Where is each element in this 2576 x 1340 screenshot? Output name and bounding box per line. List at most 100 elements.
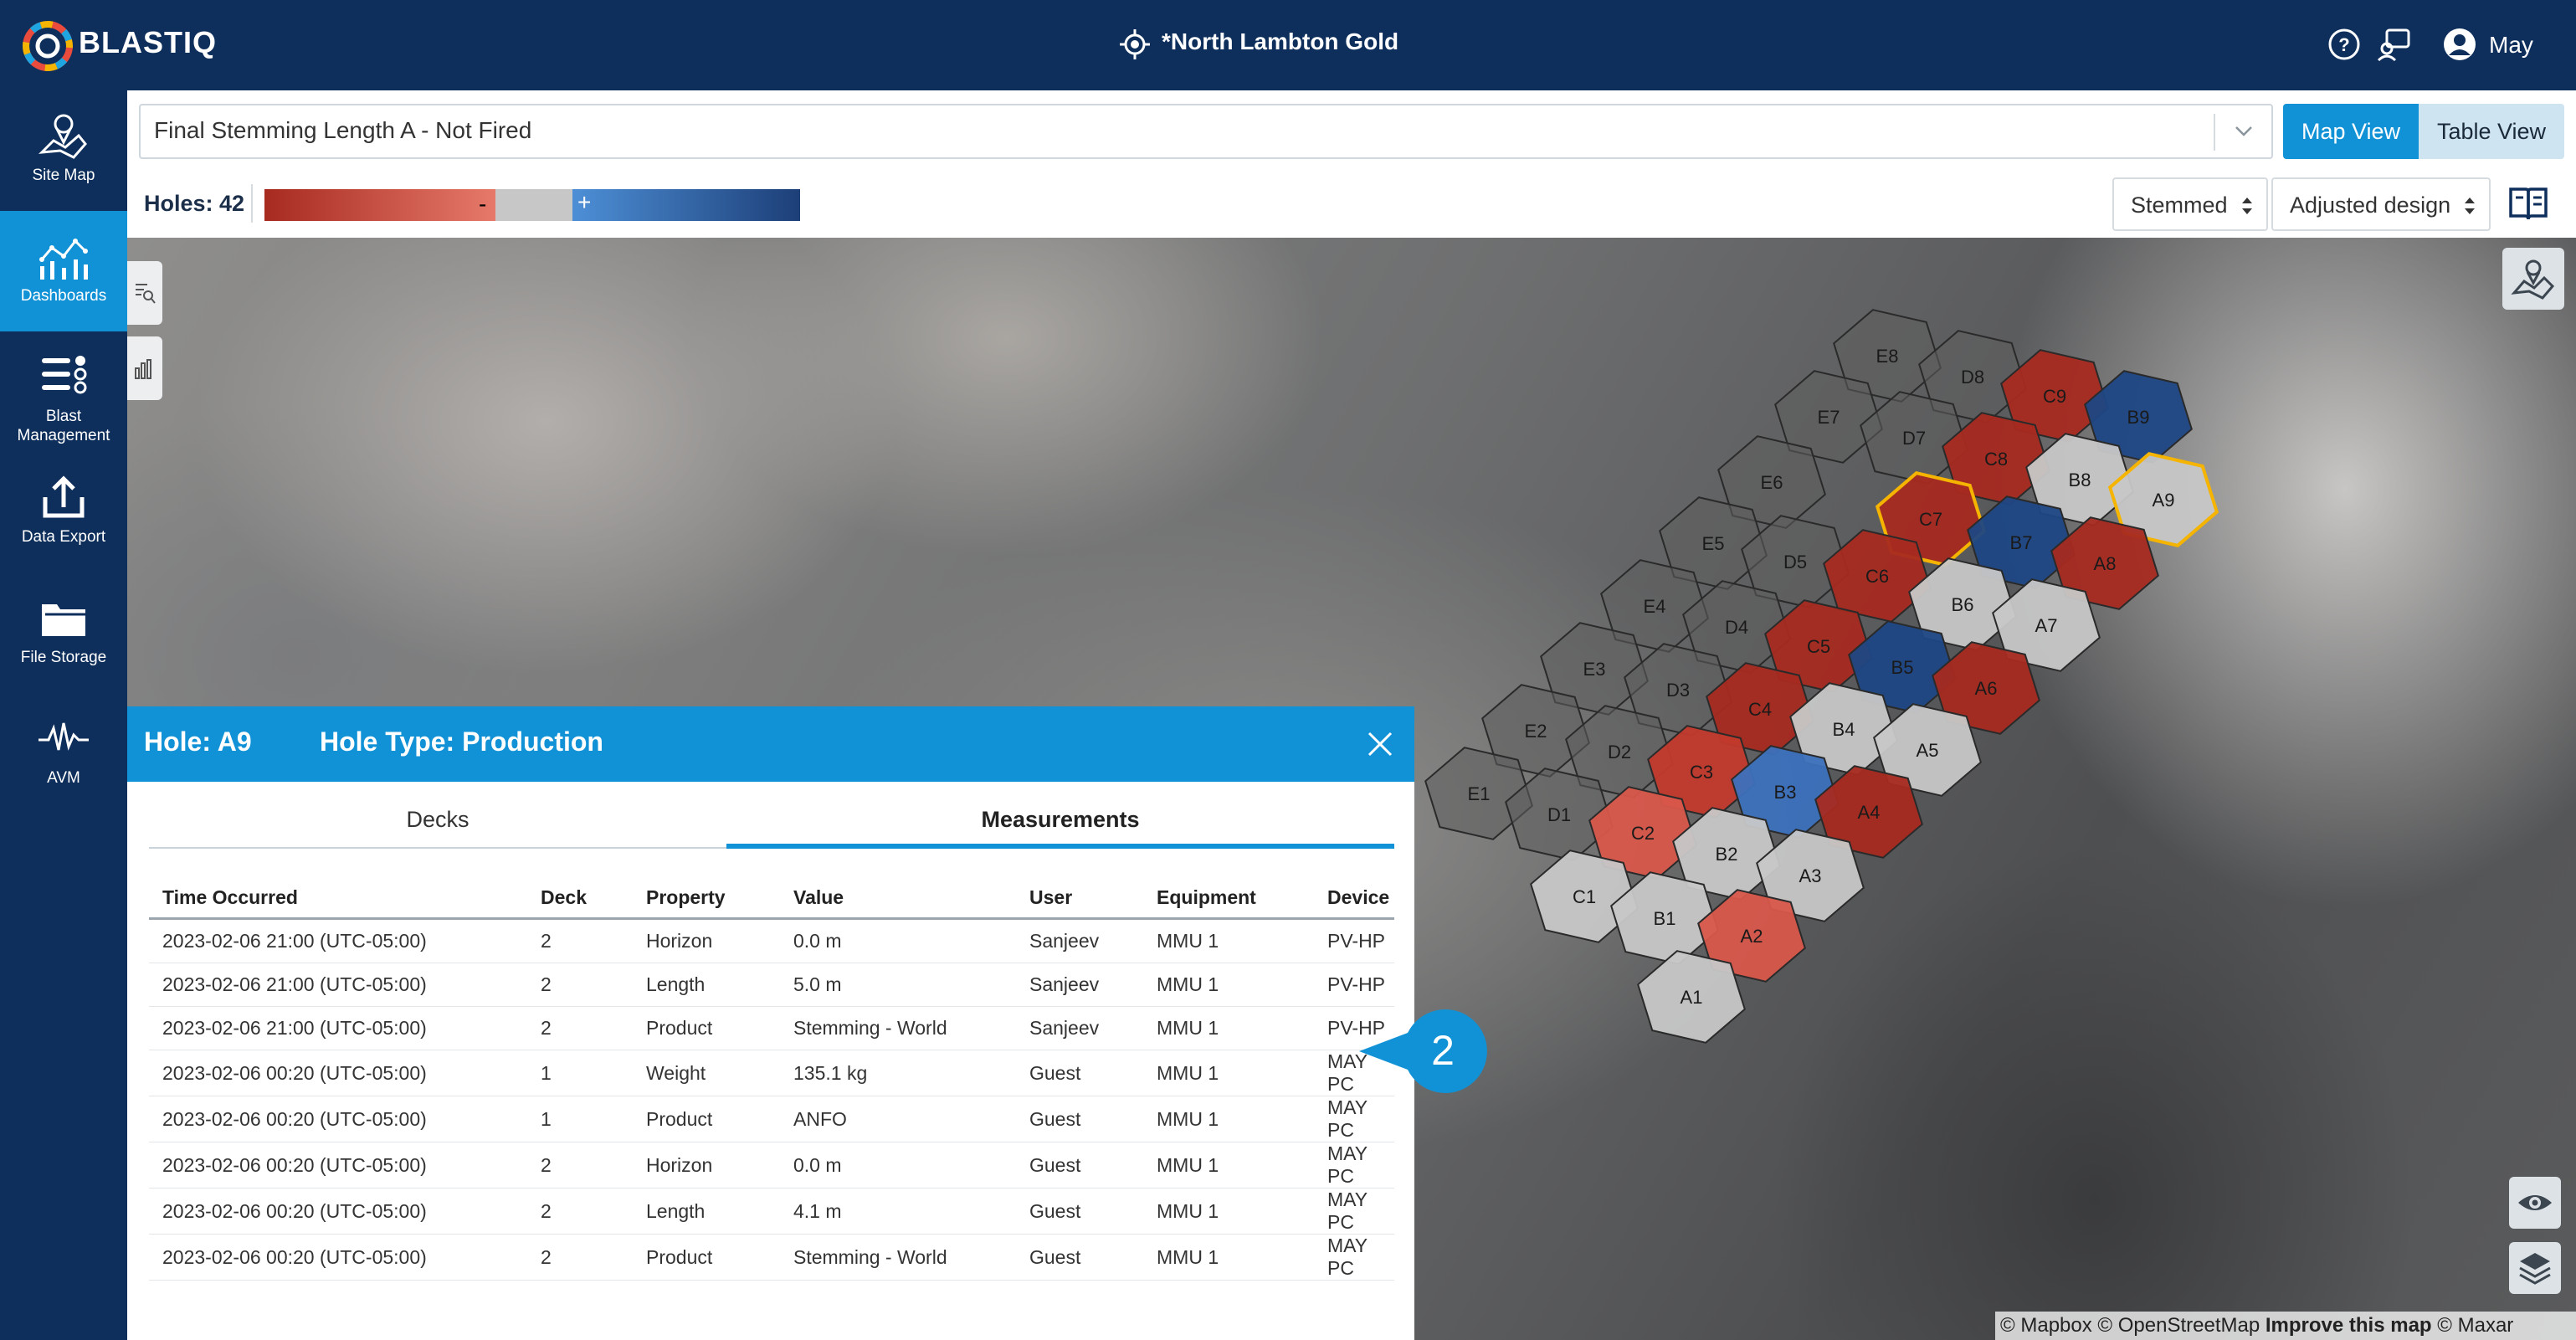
design-filter-value: Adjusted design [2290,193,2451,218]
stemmed-filter-dropdown[interactable]: Stemmed [2112,177,2268,231]
cell-time: 2023-02-06 21:00 (UTC-05:00) [149,1006,527,1050]
cell-user: Sanjeev [1016,918,1143,963]
sidebar-item-site-map[interactable]: Site Map [0,90,127,211]
legend-divider [251,184,253,223]
layers-icon [2519,1253,2551,1285]
table-row[interactable]: 2023-02-06 21:00 (UTC-05:00) 2 Product Stem… [149,1006,1394,1050]
cell-value: 135.1 kg [780,1050,1016,1096]
sort-arrows-icon [2465,198,2475,214]
support-chat-icon[interactable] [2377,27,2412,62]
eye-icon [2518,1195,2552,1210]
site-map-icon [38,114,87,159]
cell-equipment: MMU 1 [1143,1096,1314,1142]
color-legend: - + [264,189,800,221]
select-divider [2214,114,2215,151]
column-header[interactable]: Value [780,877,1016,920]
sidebar-item-dashboards[interactable]: Dashboards [0,211,127,331]
filter-search-icon [136,284,156,304]
improve-map-link[interactable]: Improve this map [2266,1314,2432,1337]
step-callout-number: 2 [1431,1027,1455,1074]
column-header[interactable]: Property [633,877,780,920]
panel-header: Hole: A9 Hole Type: Production [127,706,1414,782]
column-header[interactable]: Deck [527,877,633,920]
cell-property: Horizon [633,918,780,963]
legend-negative-range [264,189,495,221]
table-view-button[interactable]: Table View [2419,104,2564,159]
cell-equipment: MMU 1 [1143,1050,1314,1096]
cell-time: 2023-02-06 00:20 (UTC-05:00) [149,1096,527,1142]
cell-value: 0.0 m [780,1142,1016,1189]
cell-user: Sanjeev [1016,1006,1143,1050]
cell-property: Product [633,1234,780,1281]
legend-minus-label: - [479,191,487,217]
column-header[interactable]: Device [1314,877,1394,920]
sidebar-item-blast-management[interactable]: Blast Management [0,331,127,452]
bar-chart-icon [135,359,151,379]
table-row[interactable]: 2023-02-06 21:00 (UTC-05:00) 2 Length 5.0 m… [149,963,1394,1007]
map-style-button[interactable] [2502,248,2564,310]
design-filter-dropdown[interactable]: Adjusted design [2271,177,2491,231]
chart-tool[interactable] [127,336,162,400]
cell-value: 0.0 m [780,918,1016,963]
map-view-button[interactable]: Map View [2283,104,2419,159]
table-row[interactable]: 2023-02-06 00:20 (UTC-05:00) 1 Product ANFO… [149,1096,1394,1142]
map-attribution: © Mapbox © OpenStreetMap Improve this ma… [1995,1312,2576,1340]
column-header[interactable]: Time Occurred [149,877,527,920]
cell-value: Stemming - World [780,1006,1016,1050]
sidebar-item-label: Data Export [21,528,106,546]
table-row[interactable]: 2023-02-06 00:20 (UTC-05:00) 2 Product Stem… [149,1234,1394,1281]
cell-equipment: MMU 1 [1143,1142,1314,1189]
cell-property: Product [633,1006,780,1050]
sidebar-item-file-storage[interactable]: File Storage [0,572,127,693]
sidebar-item-avm[interactable]: AVM [0,693,127,814]
osm-credit[interactable]: © OpenStreetMap [2097,1314,2260,1337]
layers-button[interactable] [2509,1242,2561,1294]
table-row[interactable]: 2023-02-06 00:20 (UTC-05:00) 1 Weight 135.1… [149,1050,1394,1096]
hole-type-label: Hole Type: Production [320,726,603,757]
help-icon[interactable]: ? [2327,27,2362,62]
cell-time: 2023-02-06 21:00 (UTC-05:00) [149,918,527,963]
cell-deck: 2 [527,963,633,1007]
cell-device: MAY PC [1314,1096,1394,1142]
cell-time: 2023-02-06 21:00 (UTC-05:00) [149,963,527,1007]
column-header[interactable]: User [1016,877,1143,920]
close-icon[interactable] [1366,730,1394,758]
legend-positive-range [572,189,800,221]
cell-user: Sanjeev [1016,963,1143,1007]
maxar-credit[interactable]: © Maxar [2437,1314,2513,1337]
table-row[interactable]: 2023-02-06 00:20 (UTC-05:00) 2 Length 4.1 m… [149,1188,1394,1235]
user-avatar-icon[interactable] [2442,27,2477,62]
legend-book-icon[interactable] [2507,184,2549,223]
holes-count: Holes: 42 [144,191,245,216]
filter-search-tool[interactable] [127,261,162,325]
location-target-icon [1120,29,1150,59]
cell-deck: 2 [527,1234,633,1281]
map-tools [127,261,162,403]
cell-equipment: MMU 1 [1143,1006,1314,1050]
cell-device: MAY PC [1314,1142,1394,1189]
cell-value: Stemming - World [780,1234,1016,1281]
cell-property: Length [633,963,780,1007]
user-name[interactable]: May [2489,32,2533,59]
brand-name: BLASTIQ [79,25,217,59]
visibility-button[interactable] [2509,1177,2561,1229]
sidebar-item-label: AVM [47,769,80,787]
cell-deck: 2 [527,918,633,963]
chevron-down-icon[interactable] [2230,119,2258,144]
table-row[interactable]: 2023-02-06 21:00 (UTC-05:00) 2 Horizon 0.0 … [149,918,1394,963]
cell-user: Guest [1016,1234,1143,1281]
mapbox-credit[interactable]: © Mapbox [2000,1314,2092,1337]
cell-property: Weight [633,1050,780,1096]
tab-measurements[interactable]: Measurements [726,798,1394,849]
sidebar-item-data-export[interactable]: Data Export [0,452,127,572]
svg-text:?: ? [2338,34,2349,55]
data-export-icon [43,475,85,518]
column-header[interactable]: Equipment [1143,877,1314,920]
hole-id-label: Hole: A9 [144,726,252,757]
blastiq-logo-icon [23,21,73,71]
tab-decks[interactable]: Decks [149,798,726,849]
cell-device: PV-HP [1314,963,1394,1007]
blast-management-icon [42,356,87,394]
site-selector[interactable]: *North Lambton Gold [1162,28,1398,55]
table-row[interactable]: 2023-02-06 00:20 (UTC-05:00) 2 Horizon 0.0 … [149,1142,1394,1189]
